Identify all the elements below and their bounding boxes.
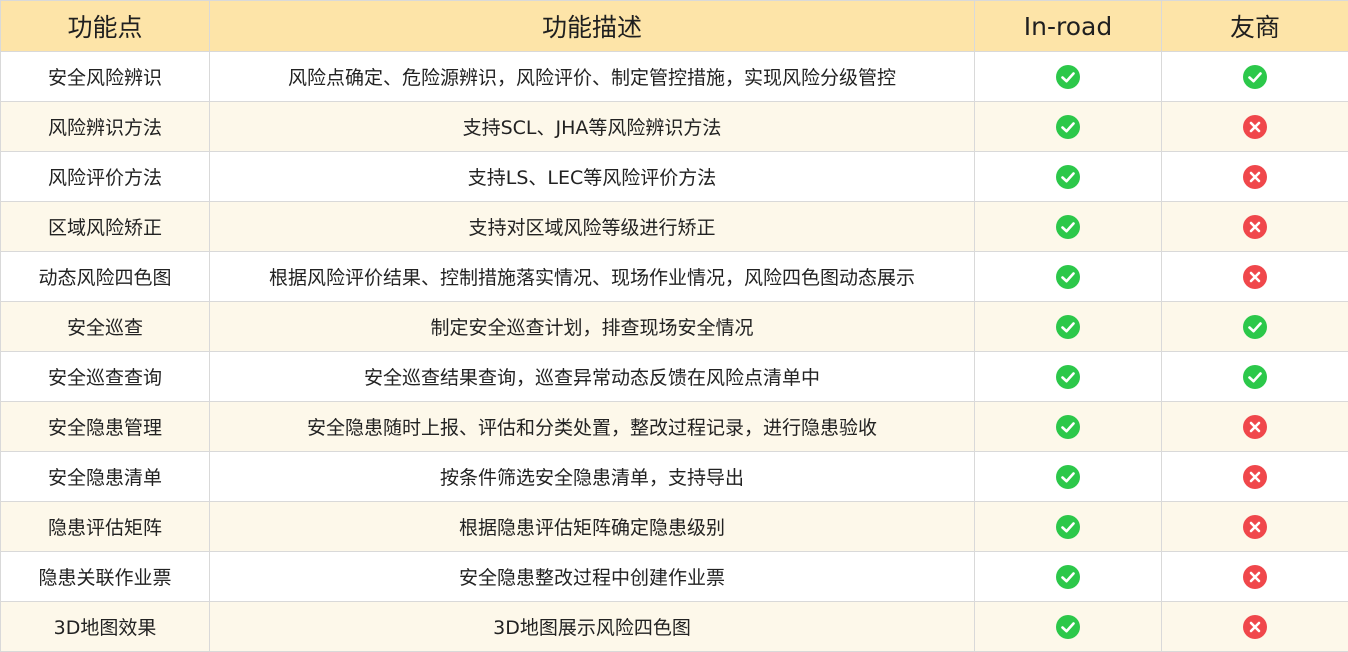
check-circle-icon: [1056, 265, 1080, 289]
header-feature: 功能点: [1, 1, 210, 52]
table-row: 隐患评估矩阵根据隐患评估矩阵确定隐患级别: [1, 502, 1348, 552]
x-circle-icon: [1243, 465, 1267, 489]
feature-cell: 安全巡查: [1, 302, 210, 352]
header-row: 功能点 功能描述 In-road 友商: [1, 1, 1348, 52]
competitor-support-cell: [1162, 152, 1348, 202]
description-cell: 支持对区域风险等级进行矫正: [210, 202, 975, 252]
feature-cell: 安全隐患清单: [1, 452, 210, 502]
inroad-support-cell: [975, 402, 1162, 452]
table-row: 安全隐患管理安全隐患随时上报、评估和分类处置，整改过程记录，进行隐患验收: [1, 402, 1348, 452]
competitor-support-cell: [1162, 502, 1348, 552]
inroad-support-cell: [975, 352, 1162, 402]
feature-cell: 隐患评估矩阵: [1, 502, 210, 552]
feature-cell: 风险辨识方法: [1, 102, 210, 152]
competitor-support-cell: [1162, 302, 1348, 352]
x-circle-icon: [1243, 165, 1267, 189]
competitor-support-cell: [1162, 552, 1348, 602]
x-circle-icon: [1243, 415, 1267, 439]
inroad-support-cell: [975, 152, 1162, 202]
competitor-support-cell: [1162, 602, 1348, 652]
feature-cell: 3D地图效果: [1, 602, 210, 652]
x-circle-icon: [1243, 615, 1267, 639]
feature-cell: 区域风险矫正: [1, 202, 210, 252]
inroad-support-cell: [975, 452, 1162, 502]
description-cell: 支持LS、LEC等风险评价方法: [210, 152, 975, 202]
table-row: 动态风险四色图根据风险评价结果、控制措施落实情况、现场作业情况，风险四色图动态展…: [1, 252, 1348, 302]
check-circle-icon: [1056, 565, 1080, 589]
description-cell: 安全隐患随时上报、评估和分类处置，整改过程记录，进行隐患验收: [210, 402, 975, 452]
description-cell: 风险点确定、危险源辨识，风险评价、制定管控措施，实现风险分级管控: [210, 52, 975, 102]
inroad-support-cell: [975, 202, 1162, 252]
table-header: 功能点 功能描述 In-road 友商: [1, 1, 1348, 52]
feature-cell: 风险评价方法: [1, 152, 210, 202]
inroad-support-cell: [975, 302, 1162, 352]
table-row: 安全巡查制定安全巡查计划，排查现场安全情况: [1, 302, 1348, 352]
description-cell: 制定安全巡查计划，排查现场安全情况: [210, 302, 975, 352]
feature-cell: 安全风险辨识: [1, 52, 210, 102]
check-circle-icon: [1243, 365, 1267, 389]
description-cell: 根据隐患评估矩阵确定隐患级别: [210, 502, 975, 552]
check-circle-icon: [1056, 165, 1080, 189]
x-circle-icon: [1243, 565, 1267, 589]
feature-cell: 动态风险四色图: [1, 252, 210, 302]
competitor-support-cell: [1162, 252, 1348, 302]
feature-cell: 安全巡查查询: [1, 352, 210, 402]
table-row: 风险评价方法支持LS、LEC等风险评价方法: [1, 152, 1348, 202]
header-competitor: 友商: [1162, 1, 1348, 52]
header-inroad: In-road: [975, 1, 1162, 52]
inroad-support-cell: [975, 252, 1162, 302]
inroad-support-cell: [975, 102, 1162, 152]
inroad-support-cell: [975, 552, 1162, 602]
table-row: 3D地图效果3D地图展示风险四色图: [1, 602, 1348, 652]
description-cell: 按条件筛选安全隐患清单，支持导出: [210, 452, 975, 502]
table-row: 安全巡查查询安全巡查结果查询，巡查异常动态反馈在风险点清单中: [1, 352, 1348, 402]
check-circle-icon: [1056, 515, 1080, 539]
check-circle-icon: [1243, 65, 1267, 89]
competitor-support-cell: [1162, 102, 1348, 152]
description-cell: 支持SCL、JHA等风险辨识方法: [210, 102, 975, 152]
check-circle-icon: [1056, 365, 1080, 389]
description-cell: 根据风险评价结果、控制措施落实情况、现场作业情况，风险四色图动态展示: [210, 252, 975, 302]
check-circle-icon: [1056, 415, 1080, 439]
x-circle-icon: [1243, 515, 1267, 539]
feature-cell: 安全隐患管理: [1, 402, 210, 452]
inroad-support-cell: [975, 602, 1162, 652]
check-circle-icon: [1056, 115, 1080, 139]
table-row: 安全隐患清单按条件筛选安全隐患清单，支持导出: [1, 452, 1348, 502]
check-circle-icon: [1243, 315, 1267, 339]
check-circle-icon: [1056, 315, 1080, 339]
description-cell: 安全隐患整改过程中创建作业票: [210, 552, 975, 602]
table-row: 区域风险矫正支持对区域风险等级进行矫正: [1, 202, 1348, 252]
check-circle-icon: [1056, 465, 1080, 489]
competitor-support-cell: [1162, 352, 1348, 402]
table-row: 安全风险辨识风险点确定、危险源辨识，风险评价、制定管控措施，实现风险分级管控: [1, 52, 1348, 102]
check-circle-icon: [1056, 615, 1080, 639]
description-cell: 安全巡查结果查询，巡查异常动态反馈在风险点清单中: [210, 352, 975, 402]
inroad-support-cell: [975, 52, 1162, 102]
competitor-support-cell: [1162, 202, 1348, 252]
inroad-support-cell: [975, 502, 1162, 552]
competitor-support-cell: [1162, 402, 1348, 452]
x-circle-icon: [1243, 115, 1267, 139]
feature-cell: 隐患关联作业票: [1, 552, 210, 602]
header-description: 功能描述: [210, 1, 975, 52]
feature-comparison-table: 功能点 功能描述 In-road 友商 安全风险辨识风险点确定、危险源辨识，风险…: [0, 0, 1348, 652]
check-circle-icon: [1056, 65, 1080, 89]
x-circle-icon: [1243, 215, 1267, 239]
x-circle-icon: [1243, 265, 1267, 289]
table-row: 风险辨识方法支持SCL、JHA等风险辨识方法: [1, 102, 1348, 152]
table-row: 隐患关联作业票安全隐患整改过程中创建作业票: [1, 552, 1348, 602]
table-body: 安全风险辨识风险点确定、危险源辨识，风险评价、制定管控措施，实现风险分级管控风险…: [1, 52, 1348, 652]
check-circle-icon: [1056, 215, 1080, 239]
description-cell: 3D地图展示风险四色图: [210, 602, 975, 652]
competitor-support-cell: [1162, 52, 1348, 102]
competitor-support-cell: [1162, 452, 1348, 502]
